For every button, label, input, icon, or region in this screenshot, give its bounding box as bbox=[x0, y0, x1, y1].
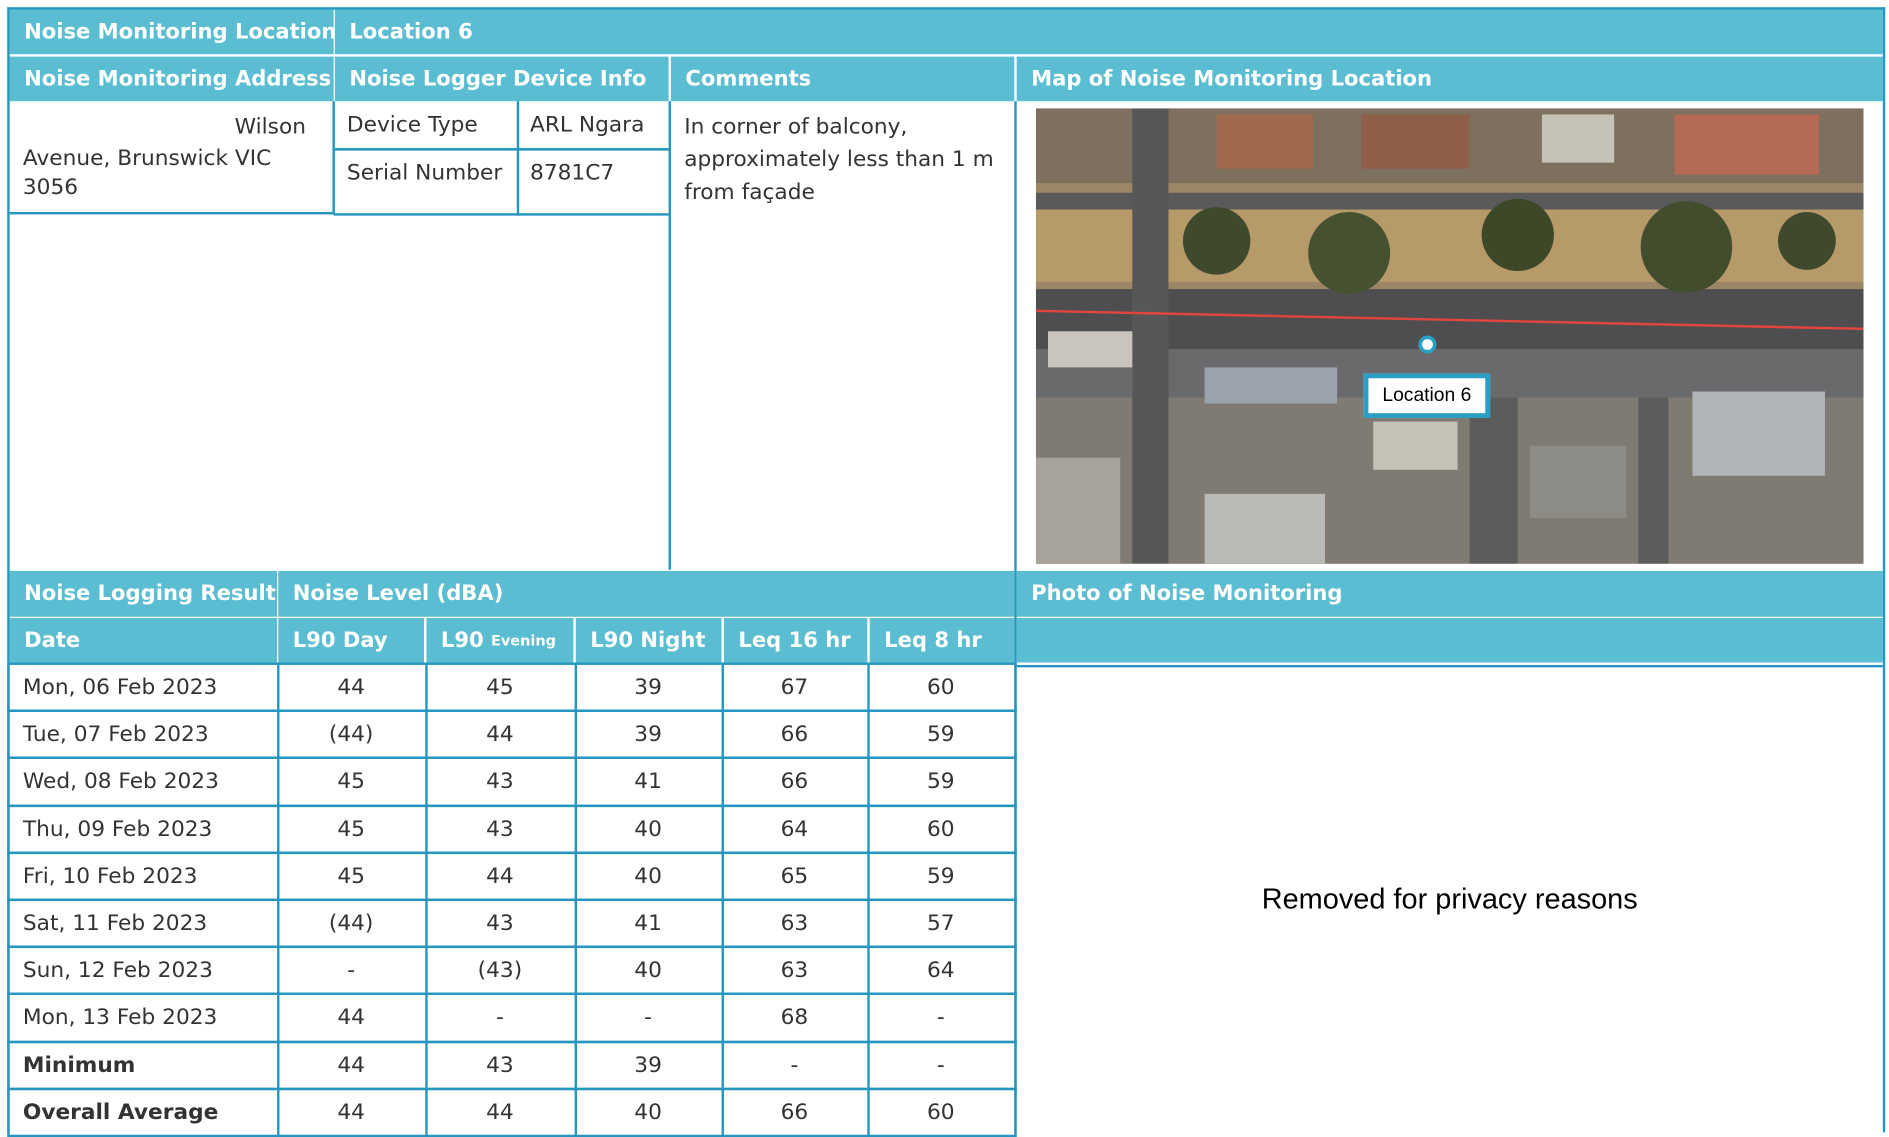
map-label: Map of Noise Monitoring Location bbox=[1016, 56, 1883, 102]
row-value: 60 bbox=[867, 1087, 1017, 1137]
date-column-header: Date bbox=[9, 617, 278, 663]
frame-right bbox=[1882, 7, 1886, 1133]
privacy-notice: Removed for privacy reasons bbox=[1261, 882, 1638, 916]
frame-top bbox=[7, 7, 1886, 10]
row-date: Sun, 12 Feb 2023 bbox=[7, 945, 280, 996]
row-value: - bbox=[867, 993, 1017, 1043]
row-value: 45 bbox=[277, 756, 428, 807]
row-date: Mon, 06 Feb 2023 bbox=[7, 662, 280, 713]
location-value: Location 6 bbox=[334, 9, 1883, 55]
row-value: 65 bbox=[721, 851, 870, 902]
map-location-marker: Location 6 bbox=[1363, 373, 1491, 418]
row-date: Tue, 07 Feb 2023 bbox=[7, 709, 280, 760]
column-header-subscript: Evening bbox=[491, 631, 556, 649]
noise-monitoring-sheet: Noise Monitoring Location Location 6 Noi… bbox=[0, 0, 1889, 1137]
row-value: 44 bbox=[425, 1087, 578, 1137]
row-value: 41 bbox=[574, 898, 724, 949]
row-value: 40 bbox=[574, 945, 724, 996]
column-header-l90-day: L90 Day bbox=[278, 617, 425, 663]
row-value: 44 bbox=[425, 851, 578, 902]
row-value: (43) bbox=[425, 945, 578, 996]
location-label: Noise Monitoring Location bbox=[9, 9, 336, 55]
row-value: 45 bbox=[425, 662, 578, 713]
photo-header-spacer bbox=[1016, 617, 1883, 663]
aerial-map-graphic bbox=[1035, 108, 1864, 564]
serial-number-label: Serial Number bbox=[333, 148, 520, 216]
row-value: - bbox=[721, 1040, 870, 1090]
row-date: Fri, 10 Feb 2023 bbox=[7, 851, 280, 902]
address-cell: Wilson Avenue, Brunswick VIC 3056 bbox=[9, 101, 335, 215]
serial-number-value: 8781C7 bbox=[516, 148, 671, 216]
row-value: 40 bbox=[574, 851, 724, 902]
row-value: 63 bbox=[721, 945, 870, 996]
row-value: 66 bbox=[721, 756, 870, 807]
row-value: 59 bbox=[867, 851, 1017, 902]
comment-line-3: from façade bbox=[684, 179, 815, 205]
row-value: 59 bbox=[867, 709, 1017, 760]
column-header-l90-night: L90 Night bbox=[575, 617, 722, 663]
row-value: 60 bbox=[867, 662, 1017, 713]
row-value: 45 bbox=[277, 804, 428, 854]
row-date: Sat, 11 Feb 2023 bbox=[7, 898, 280, 949]
row-value: 39 bbox=[574, 1040, 724, 1090]
row-value: 44 bbox=[277, 1040, 428, 1090]
row-value: 43 bbox=[425, 756, 578, 807]
row-value: - bbox=[425, 993, 578, 1043]
comment-line-2: approximately less than 1 m bbox=[684, 146, 994, 173]
row-value: 68 bbox=[721, 993, 870, 1043]
row-value: 39 bbox=[574, 709, 724, 760]
row-value: 66 bbox=[721, 709, 870, 760]
address-line-2: Avenue, Brunswick VIC bbox=[22, 145, 272, 172]
device-type-label: Device Type bbox=[333, 101, 520, 151]
row-value: - bbox=[867, 1040, 1017, 1090]
row-date: Wed, 08 Feb 2023 bbox=[7, 756, 280, 807]
row-date: Overall Average bbox=[7, 1087, 280, 1137]
row-value: 43 bbox=[425, 898, 578, 949]
device-type-value: ARL Ngara bbox=[516, 101, 671, 151]
column-header-l90-evening: L90 Evening bbox=[426, 617, 574, 663]
noise-level-label: Noise Level (dBA) bbox=[278, 570, 1015, 617]
row-value: 63 bbox=[721, 898, 870, 949]
row-value: 41 bbox=[574, 756, 724, 807]
row-value: - bbox=[277, 945, 428, 996]
comments-label: Comments bbox=[670, 56, 1015, 102]
row-value: 57 bbox=[867, 898, 1017, 949]
column-header-leq-16hr: Leq 16 hr bbox=[723, 617, 868, 663]
row-value: 43 bbox=[425, 1040, 578, 1090]
row-value: (44) bbox=[277, 898, 428, 949]
column-header-leq-8hr: Leq 8 hr bbox=[869, 617, 1015, 663]
row-value: 44 bbox=[277, 662, 428, 713]
address-line-1: Wilson bbox=[234, 114, 306, 140]
row-value: 67 bbox=[721, 662, 870, 713]
row-value: 45 bbox=[277, 851, 428, 902]
row-value: (44) bbox=[277, 709, 428, 760]
address-label: Noise Monitoring Address bbox=[9, 56, 334, 102]
row-value: 64 bbox=[867, 945, 1017, 996]
row-value: 66 bbox=[721, 1087, 870, 1137]
photo-label: Photo of Noise Monitoring bbox=[1016, 570, 1883, 617]
row-value: 64 bbox=[721, 804, 870, 854]
aerial-map-image: Location 6 bbox=[1035, 108, 1864, 564]
row-value: - bbox=[574, 993, 724, 1043]
device-info-label: Noise Logger Device Info bbox=[334, 56, 669, 102]
comment-line-1: In corner of balcony, bbox=[684, 114, 908, 140]
row-value: 44 bbox=[425, 709, 578, 760]
row-value: 40 bbox=[574, 804, 724, 854]
row-value: 60 bbox=[867, 804, 1017, 854]
row-value: 39 bbox=[574, 662, 724, 713]
row-date: Minimum bbox=[7, 1040, 280, 1090]
row-value: 44 bbox=[277, 993, 428, 1043]
row-value: 43 bbox=[425, 804, 578, 854]
row-value: 44 bbox=[277, 1087, 428, 1137]
address-line-3: 3056 bbox=[22, 174, 79, 200]
row-date: Thu, 09 Feb 2023 bbox=[7, 804, 280, 854]
row-value: 40 bbox=[574, 1087, 724, 1137]
row-value: 59 bbox=[867, 756, 1017, 807]
photo-placeholder: Removed for privacy reasons bbox=[1016, 664, 1883, 1132]
row-date: Mon, 13 Feb 2023 bbox=[7, 993, 280, 1043]
results-label: Noise Logging Results bbox=[9, 570, 288, 617]
